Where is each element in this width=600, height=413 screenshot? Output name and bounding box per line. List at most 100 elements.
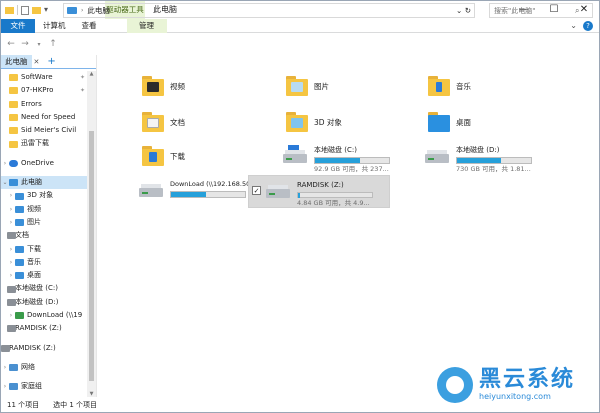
drive-d[interactable]: 本地磁盘 (D:) 730 GB 可用，共 1.81... (424, 145, 552, 174)
drive-c[interactable]: 本地磁盘 (C:) 92.9 GB 可用，共 237... (282, 145, 410, 174)
scroll-thumb[interactable] (89, 131, 94, 381)
hard-drive-icon (7, 285, 16, 293)
pin-icon[interactable]: ✦ (80, 84, 85, 97)
folder-3d-objects[interactable]: 3D 对象 (286, 111, 342, 133)
breadcrumb-this-pc[interactable]: 此电脑 (87, 5, 110, 16)
tab-view[interactable]: 查看 (74, 19, 105, 33)
nav-item-3d-objects[interactable]: › 3D 对象 (1, 189, 87, 202)
chevron-right-icon[interactable]: › (7, 216, 15, 229)
add-tab-icon[interactable]: + (47, 56, 55, 67)
folder-documents[interactable]: 文档 (142, 111, 185, 133)
navigation-pane: 此电脑 ✕ + SoftWare ✦ 07-HKPro ✦ Errors Need … (1, 55, 97, 397)
nav-item-quick-access[interactable]: Sid Meier's Civil (1, 124, 87, 137)
drive-ramdisk-z[interactable]: ✓ RAMDISK (Z:) 4.84 GB 可用，共 4.9... (248, 175, 390, 208)
folder-desktop[interactable]: 桌面 (428, 111, 471, 133)
nav-scrollbar[interactable]: ▲ ▼ (87, 71, 96, 397)
music-folder-icon (428, 75, 450, 97)
nav-header: 此电脑 ✕ + (1, 55, 96, 69)
folder-icon (9, 114, 18, 122)
breadcrumb-chevron-icon[interactable]: › (114, 7, 116, 14)
downloads-folder-icon (142, 145, 164, 167)
hard-drive-icon (265, 180, 291, 202)
chevron-right-icon[interactable]: › (1, 380, 9, 393)
help-icon[interactable]: ? (583, 21, 593, 31)
usage-fill (298, 193, 301, 198)
nav-item-network[interactable]: › 网络 (1, 361, 87, 374)
address-row: ← → ▾ ↑ (1, 34, 599, 54)
nav-item-homegroup[interactable]: › 家庭组 (1, 380, 87, 393)
folder-icon (9, 87, 18, 95)
homegroup-icon (9, 383, 18, 391)
computer-icon (9, 179, 18, 187)
nav-item-documents[interactable]: ›文档 (1, 229, 87, 242)
nav-item-ramdisk-root[interactable]: ›RAMDISK (Z:) (1, 342, 87, 355)
search-box[interactable]: ⌕ (489, 3, 593, 18)
tab-file[interactable]: 文件 (1, 19, 35, 33)
back-arrow-icon[interactable]: ← (4, 39, 18, 49)
chevron-right-icon[interactable]: › (7, 256, 15, 269)
nav-item-videos[interactable]: › 视频 (1, 203, 87, 216)
watermark-logo (437, 367, 473, 403)
chevron-right-icon[interactable]: › (7, 203, 15, 216)
3d-objects-folder-icon (286, 111, 308, 133)
nav-item-desktop[interactable]: › 桌面 (1, 269, 87, 282)
folder-music[interactable]: 音乐 (428, 75, 471, 97)
nav-item-drive-c[interactable]: ›本地磁盘 (C:) (1, 282, 87, 295)
close-tab-icon[interactable]: ✕ (34, 58, 40, 66)
3d-objects-icon (15, 192, 24, 200)
expand-ribbon-icon[interactable]: ⌄ (570, 19, 577, 33)
usage-bar (314, 157, 390, 164)
chevron-right-icon[interactable]: › (1, 361, 9, 374)
documents-icon (7, 232, 16, 240)
new-folder-icon[interactable] (32, 6, 41, 14)
address-bar[interactable]: › 此电脑 › ⌄ ↻ (63, 3, 475, 18)
nav-item-quick-access[interactable]: 迅雷下载 (1, 137, 87, 150)
forward-arrow-icon[interactable]: → (18, 39, 32, 49)
qat-dropdown-icon[interactable]: ▾ (44, 4, 48, 16)
nav-item-quick-access[interactable]: Errors (1, 98, 87, 111)
nav-item-downloads[interactable]: › 下载 (1, 243, 87, 256)
chevron-down-icon[interactable]: ⌄ (1, 176, 9, 189)
download-arrow-icon (15, 245, 24, 253)
tab-computer[interactable]: 计算机 (35, 19, 74, 33)
app-folder-icon (5, 6, 14, 14)
nav-tab-this-pc[interactable]: 此电脑 (1, 55, 32, 68)
search-input[interactable] (494, 6, 572, 15)
properties-icon[interactable] (21, 5, 29, 15)
explorer-window: ▾ 驱动器工具 此电脑 — ☐ ✕ 文件 计算机 查看 管理 ⌄ ? ← → ▾… (0, 0, 600, 413)
nav-item-drive-d[interactable]: ›本地磁盘 (D:) (1, 296, 87, 309)
nav-item-music[interactable]: › 音乐 (1, 256, 87, 269)
video-folder-icon (142, 75, 164, 97)
nav-item-quick-access[interactable]: Need for Speed (1, 111, 87, 124)
pin-icon[interactable]: ✦ (80, 71, 85, 84)
up-arrow-icon[interactable]: ↑ (46, 39, 60, 49)
chevron-right-icon[interactable]: › (1, 157, 9, 170)
chevron-right-icon[interactable]: › (7, 189, 15, 202)
pictures-icon (15, 219, 24, 227)
network-drive-icon (15, 312, 24, 320)
chevron-right-icon[interactable]: › (7, 309, 15, 322)
refresh-icon[interactable]: ⌄ ↻ (456, 4, 471, 17)
chevron-right-icon[interactable]: › (7, 269, 15, 282)
nav-item-this-pc[interactable]: ⌄ 此电脑 (1, 176, 87, 190)
usage-fill (171, 192, 206, 197)
nav-item-network-drive-y[interactable]: › DownLoad (\\19 (1, 309, 87, 322)
chevron-right-icon[interactable]: › (7, 243, 15, 256)
tab-manage[interactable]: 管理 (126, 19, 167, 33)
scroll-up-icon[interactable]: ▲ (87, 71, 96, 77)
cloud-icon (9, 159, 18, 167)
hard-drive-icon (1, 344, 10, 352)
breadcrumb-chevron-icon[interactable]: › (81, 7, 83, 14)
nav-item-quick-access[interactable]: SoftWare ✦ (1, 71, 87, 84)
nav-item-quick-access[interactable]: 07-HKPro ✦ (1, 84, 87, 97)
nav-tree: SoftWare ✦ 07-HKPro ✦ Errors Need for Spee… (1, 71, 87, 394)
selection-checkbox[interactable]: ✓ (252, 186, 261, 195)
nav-item-pictures[interactable]: › 图片 (1, 216, 87, 229)
nav-item-ramdisk[interactable]: ›RAMDISK (Z:) (1, 322, 87, 335)
folder-pictures[interactable]: 图片 (286, 75, 329, 97)
folder-videos[interactable]: 视频 (142, 75, 185, 97)
usage-fill (457, 158, 502, 163)
nav-item-onedrive[interactable]: › OneDrive (1, 157, 87, 170)
folder-downloads[interactable]: 下载 (142, 145, 185, 167)
recent-dropdown-icon[interactable]: ▾ (32, 41, 46, 48)
